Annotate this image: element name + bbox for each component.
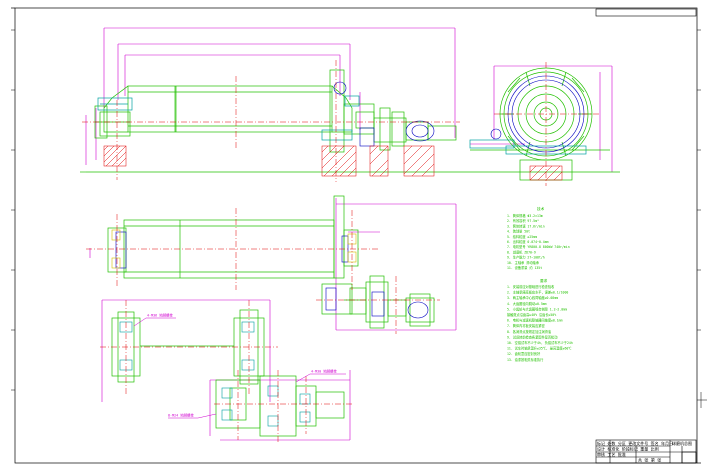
note-line: 9. 生产能力 27~108t/h: [507, 255, 545, 260]
drawing-name: 球磨机总图: [672, 440, 692, 446]
note-line: 11. 试车时轴承温升≤35℃, 最高温度≤60℃: [507, 346, 572, 351]
note-line: 10. 空载试车不少于4h, 负载试车不少于24h: [507, 340, 573, 345]
title-block: 标记 处数 分区 更改文件号 签名 年月日 设计 标准化 阶段标记 重量 比例 …: [595, 439, 697, 464]
frame-ticks: [11, 29, 707, 408]
foundation-plan: 4-M36 地脚螺栓 4-M30 地脚螺栓 8-M24 地脚螺栓: [100, 299, 352, 442]
foundation-tag-2: 4-M30 地脚螺栓: [311, 369, 337, 374]
foundation-tag-3: 8-M24 地脚螺栓: [168, 413, 194, 418]
note-line: 6. 电机与减速机联轴器同轴度≤0.1mm: [507, 318, 563, 323]
corner-code-box: [595, 8, 697, 17]
foundation-tag-1: 4-M36 地脚螺栓: [147, 313, 173, 318]
title-row-1: 标记 处数 分区 更改文件号 签名 年月日: [597, 440, 673, 446]
front-foundations: [103, 145, 435, 177]
note-line: 5. 给料粒度 ≤25mm: [507, 234, 537, 239]
note-line: 2. 有效容积 97.5m³: [507, 218, 539, 223]
front-elevation-view: [80, 27, 470, 182]
note-line: 8. 各润滑点按规定加注润滑油: [507, 329, 551, 334]
note-line: 4. 大齿圈径向跳动≤0.5mm: [507, 301, 547, 306]
note-line: 12. 齿轮罩应密封良好: [507, 351, 541, 356]
end-view: [469, 62, 620, 186]
note-line: 接触斑点沿齿高≥40% 沿齿长≥50%: [507, 312, 556, 317]
title-row-2: 设计 标准化 阶段标记 重量 比例: [597, 446, 659, 452]
notes-1-title: 技术: [537, 206, 545, 211]
note-line: 4. 装球量 50t: [507, 229, 530, 234]
note-line: 3. 两主轴承中心线同轴度≤0.08mm: [507, 295, 558, 300]
cad-drawing-sheet: 4-M36 地脚螺栓 4-M30 地脚螺栓 8-M24 地脚螺栓 技术 1. 筒…: [11, 7, 707, 464]
note-line: 6. 出料粒度 0.074~0.4mm: [507, 239, 549, 244]
note-line: 9. 试运转前检查各紧固件是否松动: [507, 334, 557, 339]
note-line: 7. 电机型号 YR800-8 800kW 740r/min: [507, 244, 570, 249]
note-line: 11. 设备重量 约 135t: [507, 265, 542, 270]
note-line: 1. 筒体规格 Φ3.2×13m: [507, 213, 543, 218]
note-line: 13. 油漆按相关标准执行: [507, 357, 544, 362]
note-line: 3. 筒体转速 17.6r/min: [507, 223, 545, 228]
title-row-3: 审核 工艺 批准: [597, 451, 626, 457]
note-line: 8. 减速机 ZD70-9: [507, 249, 536, 254]
note-line: 2. 主轴承座底板应水平，误差≤0.1/1000: [507, 290, 568, 295]
plan-view: [86, 195, 457, 334]
note-line: 1. 安装前应对基础进行检查验收: [507, 284, 555, 289]
sheet-number: 共 张 第 张: [638, 457, 661, 463]
note-line: 10. 主轴承 滑动轴承: [507, 260, 540, 265]
technical-notes: 技术 1. 筒体规格 Φ3.2×13m2. 有效容积 97.5m³3. 筒体转速…: [507, 206, 573, 362]
notes-2-title: 要求: [540, 278, 548, 283]
note-line: 7. 筒体内衬板安装应紧密: [507, 323, 545, 328]
note-line: 5. 小齿轮与大齿圈啮合侧隙 1.2~2.0mm: [507, 306, 567, 311]
